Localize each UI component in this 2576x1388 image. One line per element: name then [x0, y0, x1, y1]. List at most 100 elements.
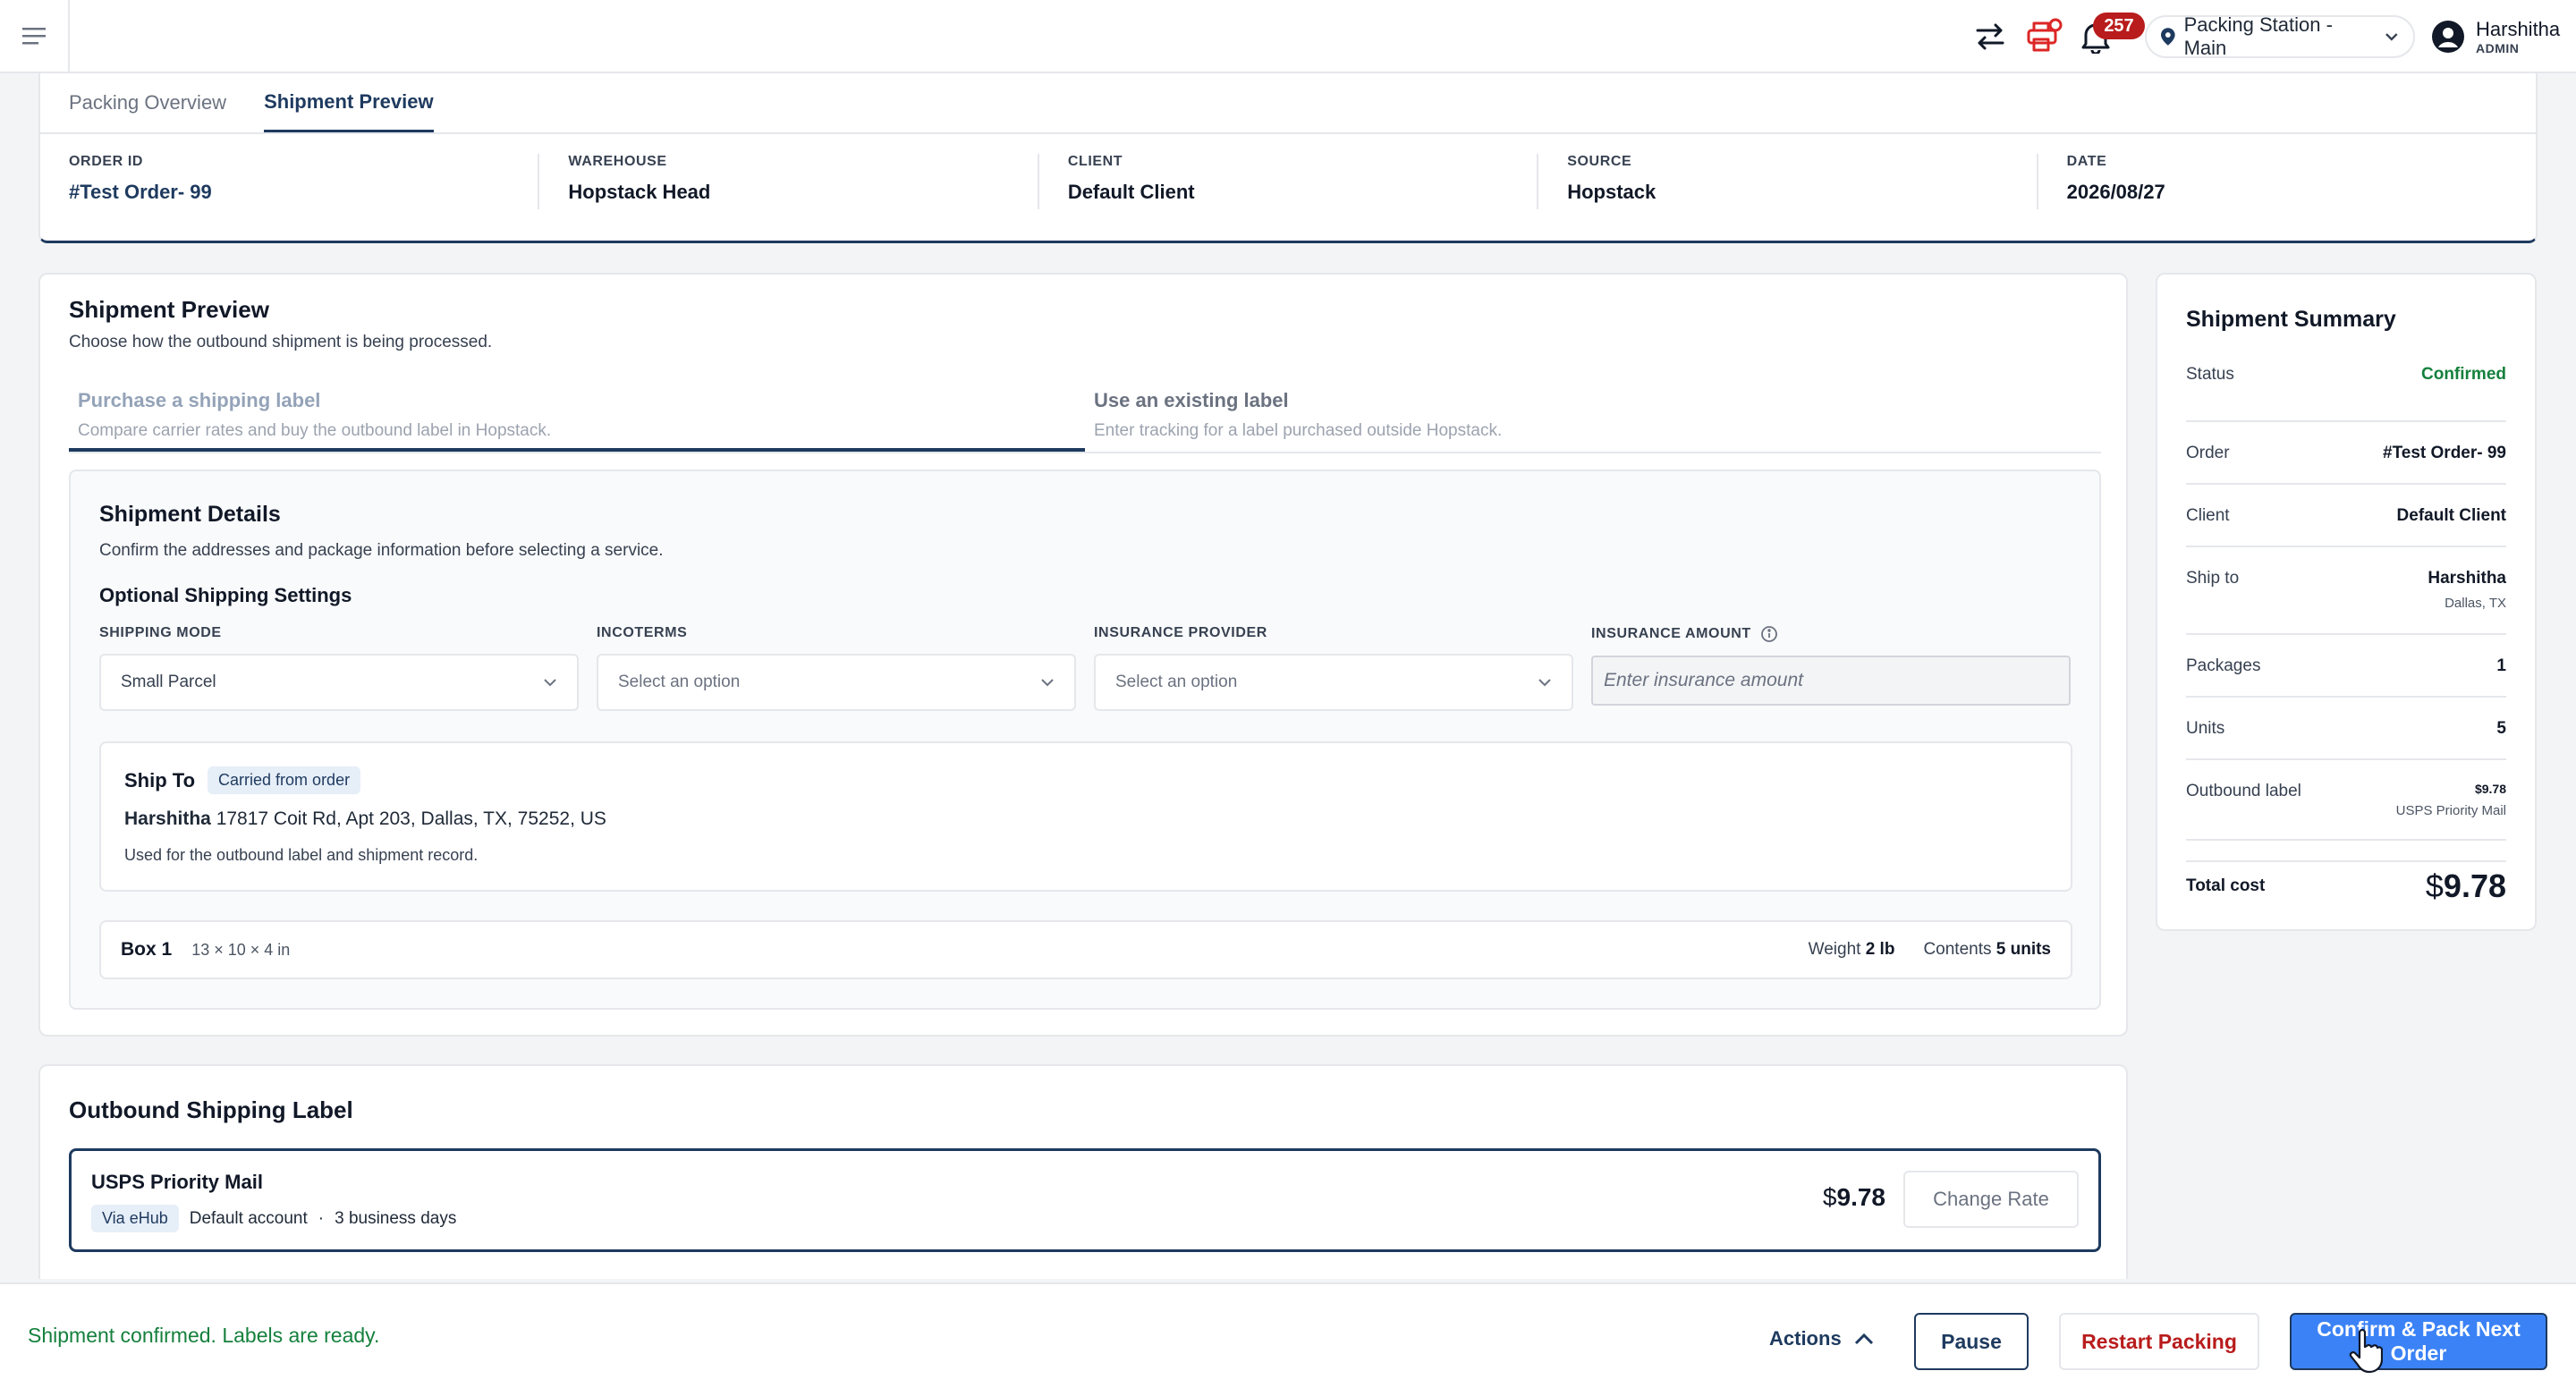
recipient-address: 17817 Coit Rd, Apt 203, Dallas, TX, 7525… — [216, 808, 606, 829]
outbound-label-value: $9.78 USPS Priority Mail — [2396, 782, 2506, 818]
client-value: Default Client — [1067, 181, 1195, 203]
printer-button[interactable] — [2023, 16, 2064, 57]
ship-to-summary-label: Ship to — [2186, 569, 2240, 588]
tab-purchase-label[interactable]: Purchase a shipping label Compare carrie… — [69, 380, 1085, 452]
rate-amount: 9.78 — [1836, 1183, 1886, 1211]
transfer-button[interactable] — [1970, 16, 2011, 57]
summary-title: Shipment Summary — [2186, 307, 2396, 332]
order-id-cell: ORDER ID #Test Order- 99 — [40, 154, 538, 209]
insurance-provider-value: Select an option — [1115, 673, 1238, 691]
rate-meta: Via eHub Default account · 3 business da… — [91, 1205, 2079, 1232]
chevron-down-icon — [2385, 33, 2398, 41]
ship-to-address: Harshitha 17817 Coit Rd, Apt 203, Dallas… — [124, 808, 2047, 830]
user-avatar-icon — [2432, 21, 2464, 53]
total-cost-label: Total cost — [2186, 876, 2266, 895]
tab-existing-label[interactable]: Use an existing label Enter tracking for… — [1085, 380, 2101, 452]
ship-to-header: Ship To Carried from order — [124, 766, 2047, 794]
top-bar: 257 Packing Station - Main Harshitha ADM… — [0, 0, 2576, 73]
insurance-provider-select[interactable]: Select an option — [1094, 654, 1573, 711]
info-icon[interactable] — [1760, 625, 1778, 643]
outbound-label-price: $9.78 — [2474, 782, 2506, 796]
packages-label: Packages — [2186, 656, 2261, 675]
carried-from-order-chip: Carried from order — [208, 766, 361, 794]
total-amount: 9.78 — [2443, 868, 2506, 904]
status-label: Status — [2186, 365, 2234, 384]
insurance-amount-input[interactable] — [1591, 656, 2071, 706]
tab-shipment-preview[interactable]: Shipment Preview — [264, 73, 434, 132]
user-role: ADMIN — [2476, 41, 2520, 55]
ship-to-panel: Ship To Carried from order Harshitha 178… — [99, 741, 2072, 892]
user-menu[interactable]: Harshitha ADMIN — [2431, 11, 2560, 63]
tab-packing-overview[interactable]: Packing Overview — [69, 73, 226, 132]
summary-total-row: Total cost $9.78 — [2186, 860, 2506, 905]
source-value: Hopstack — [1567, 181, 1657, 203]
swap-arrows-icon — [1976, 23, 2004, 50]
meta-separator: · — [318, 1208, 325, 1228]
insurance-amount-label-row: INSURANCE AMOUNT — [1591, 625, 2071, 643]
confirm-pack-next-button[interactable]: Confirm & Pack Next Order — [2290, 1313, 2547, 1370]
user-name: Harshitha — [2476, 18, 2561, 40]
client-summary-value: Default Client — [2396, 506, 2506, 525]
order-header-card: Packing Overview Shipment Preview ORDER … — [38, 73, 2538, 243]
insurance-amount-field: INSURANCE AMOUNT — [1591, 625, 2071, 706]
preview-header: Shipment Preview Choose how the outbound… — [69, 296, 492, 352]
box-stats: Weight 2 lb Contents 5 units — [1809, 940, 2051, 960]
status-message: Shipment confirmed. Labels are ready. — [28, 1324, 380, 1347]
label-source-tabs: Purchase a shipping label Compare carrie… — [69, 380, 2101, 453]
menu-button[interactable] — [0, 0, 70, 72]
source-label: SOURCE — [1567, 154, 1632, 169]
restart-packing-button[interactable]: Restart Packing — [2059, 1313, 2259, 1370]
station-selector[interactable]: Packing Station - Main — [2145, 13, 2415, 59]
contents-value: 5 units — [1996, 940, 2051, 959]
outbound-label-card: Outbound Shipping Label USPS Priority Ma… — [38, 1064, 2128, 1279]
order-info-row: ORDER ID #Test Order- 99 WAREHOUSE Hopst… — [40, 154, 2536, 209]
shipment-details-panel: Shipment Details Confirm the addresses a… — [69, 470, 2101, 1010]
warehouse-label: WAREHOUSE — [568, 154, 667, 169]
rate-currency: $ — [1822, 1183, 1837, 1211]
page-tabs: Packing Overview Shipment Preview — [69, 73, 434, 132]
shipping-mode-field: SHIPPING MODE Small Parcel — [99, 625, 579, 711]
box-name: Box 1 — [121, 939, 173, 960]
shipping-mode-select[interactable]: Small Parcel — [99, 654, 579, 711]
actions-label: Actions — [1769, 1327, 1842, 1350]
weight-label: Weight — [1808, 940, 1861, 959]
user-info: Harshitha ADMIN — [2476, 18, 2560, 55]
order-value: #Test Order- 99 — [2383, 444, 2506, 462]
date-label: DATE — [2066, 154, 2107, 169]
total-cost-value: $9.78 — [2426, 868, 2506, 905]
notification-count-badge: 257 — [2093, 13, 2145, 39]
purchase-label-title: Purchase a shipping label — [78, 389, 321, 411]
source-cell: SOURCE Hopstack — [1537, 154, 2036, 209]
details-subtitle: Confirm the addresses and package inform… — [99, 541, 664, 560]
weight-value: 2 lb — [1865, 940, 1895, 959]
box-weight: Weight 2 lb — [1809, 940, 1895, 960]
status-value: Confirmed — [2421, 365, 2506, 384]
existing-label-title: Use an existing label — [1094, 389, 1289, 411]
insurance-provider-field: INSURANCE PROVIDER Select an option — [1094, 625, 1573, 711]
rate-account: Default account — [189, 1208, 308, 1228]
insurance-provider-label: INSURANCE PROVIDER — [1094, 625, 1267, 640]
contents-label: Contents — [1923, 940, 1992, 959]
outbound-label-carrier: USPS Priority Mail — [2395, 803, 2506, 818]
outbound-title: Outbound Shipping Label — [69, 1096, 353, 1123]
bottom-action-bar: Shipment confirmed. Labels are ready. Ac… — [0, 1282, 2576, 1388]
shipping-mode-value: Small Parcel — [121, 673, 216, 691]
ship-to-name: Harshitha — [2428, 569, 2506, 588]
order-id-link[interactable]: #Test Order- 99 — [69, 181, 538, 204]
details-title: Shipment Details — [99, 502, 281, 527]
divider — [40, 132, 2536, 134]
order-id-label: ORDER ID — [69, 154, 144, 169]
ship-to-note: Used for the outbound label and shipment… — [124, 846, 479, 864]
selected-rate[interactable]: USPS Priority Mail Via eHub Default acco… — [69, 1148, 2101, 1252]
date-value: 2026/08/27 — [2066, 181, 2165, 203]
client-label: CLIENT — [1067, 154, 1123, 169]
ship-to-city: Dallas, TX — [2445, 596, 2506, 611]
change-rate-button[interactable]: Change Rate — [1903, 1171, 2079, 1228]
shipment-summary-card: Shipment Summary Status Confirmed Order … — [2156, 273, 2537, 931]
actions-menu-button[interactable]: Actions — [1753, 1311, 1890, 1367]
pause-button[interactable]: Pause — [1914, 1313, 2029, 1370]
summary-row-packages: Packages 1 — [2186, 635, 2506, 698]
incoterms-select[interactable]: Select an option — [597, 654, 1076, 711]
rate-transit: 3 business days — [335, 1208, 457, 1228]
warehouse-value: Hopstack Head — [568, 181, 711, 203]
